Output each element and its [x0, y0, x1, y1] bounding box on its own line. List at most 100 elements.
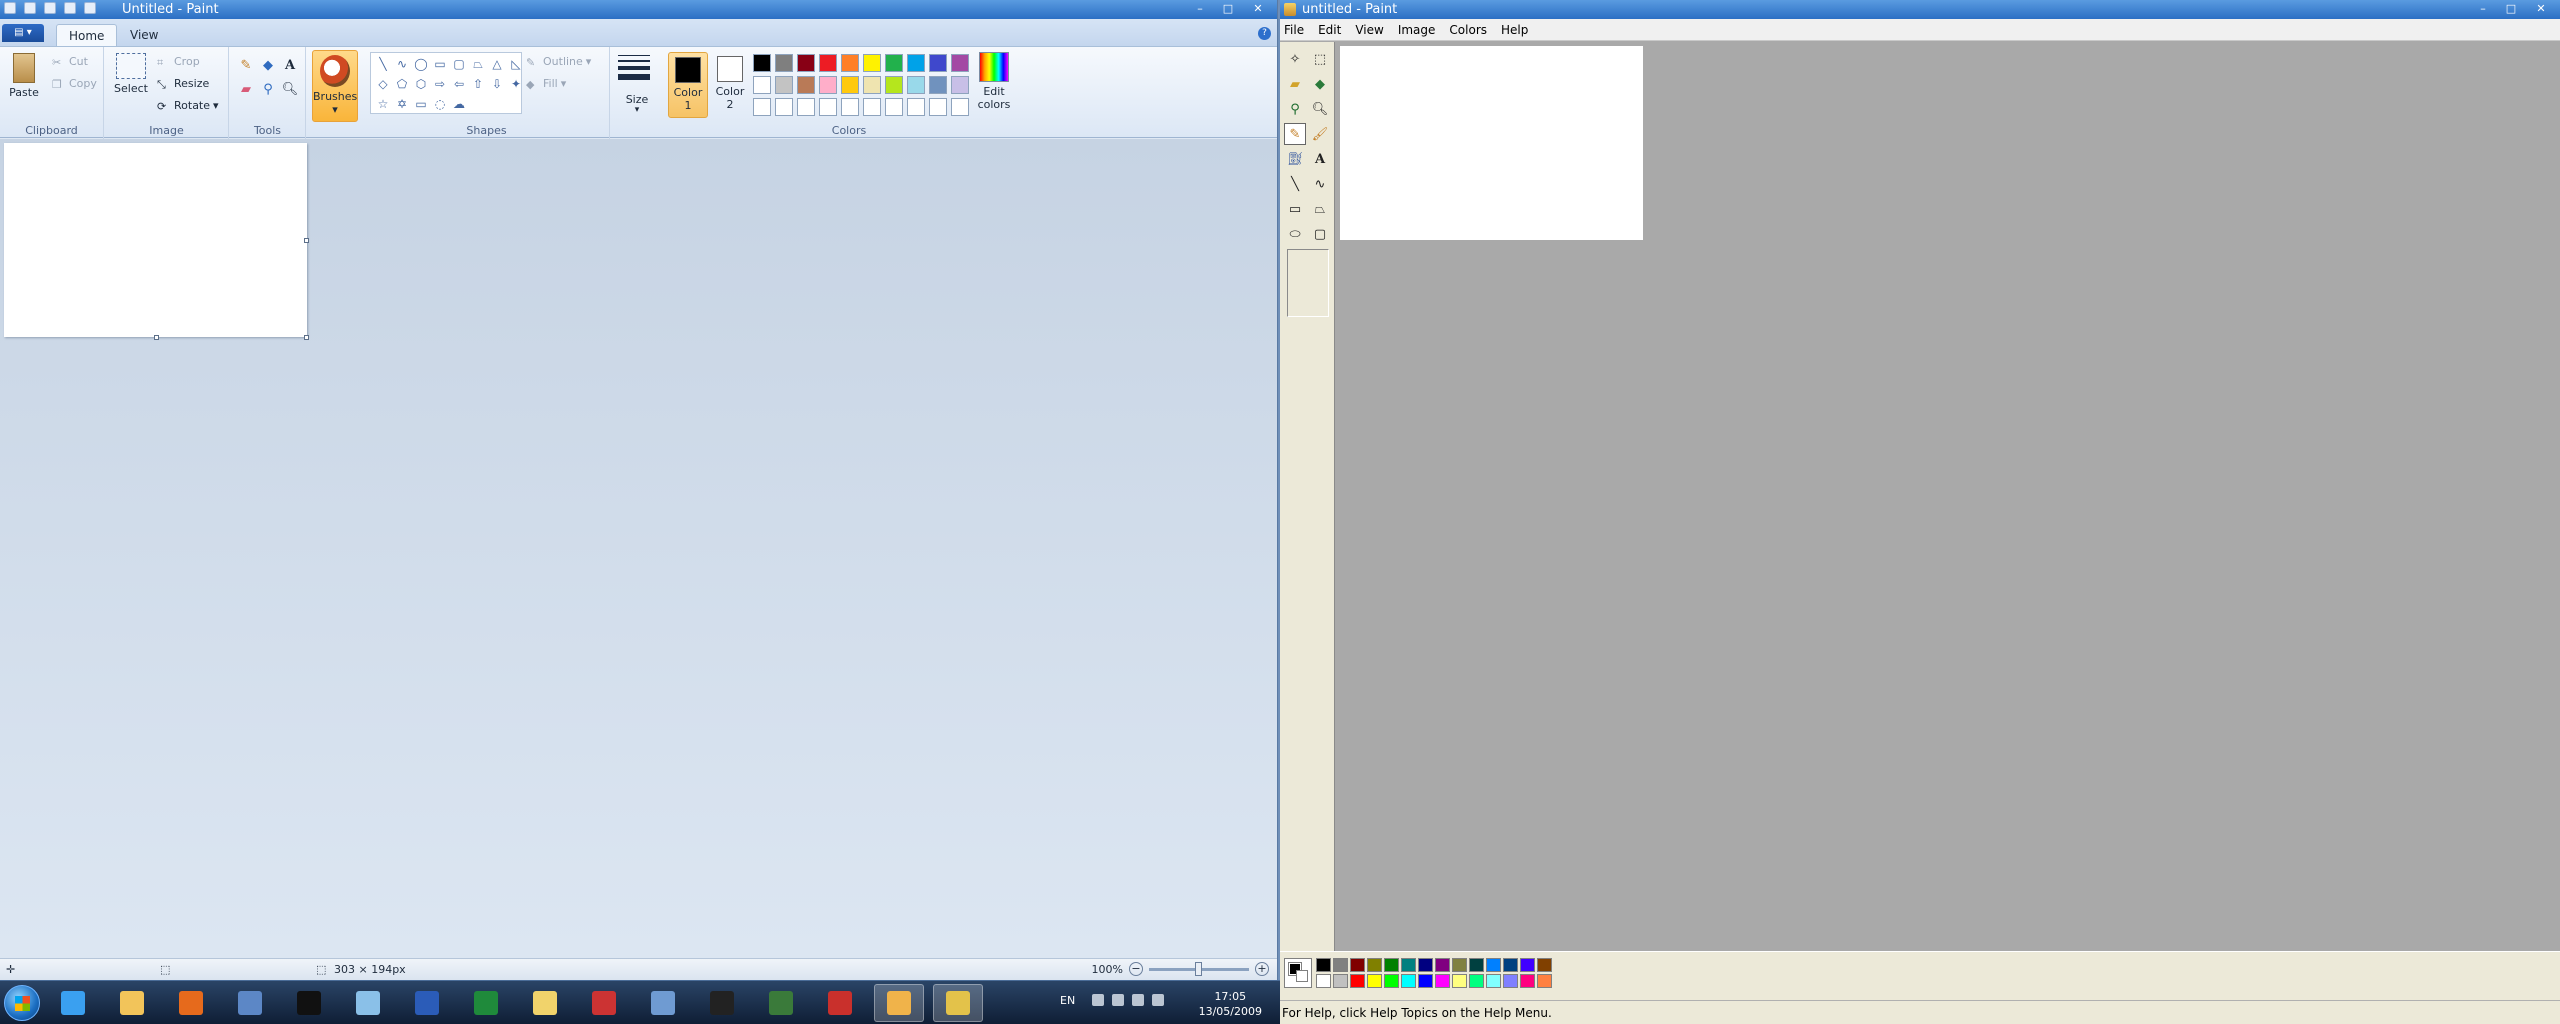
resize-button[interactable]: ⤡ Resize: [157, 77, 209, 91]
palette-swatch[interactable]: [1486, 958, 1501, 972]
palette-swatch[interactable]: [863, 76, 881, 94]
palette-swatch[interactable]: [863, 54, 881, 72]
palette-swatch[interactable]: [1452, 974, 1467, 988]
eraser-icon[interactable]: ▰: [236, 79, 256, 99]
minimize-button[interactable]: –: [1187, 1, 1213, 16]
oval-callout-shape-icon[interactable]: ◌: [431, 95, 449, 114]
polygon-shape-icon[interactable]: ⏢: [469, 55, 487, 74]
palette-swatch[interactable]: [1350, 974, 1365, 988]
palette-swatch[interactable]: [1452, 958, 1467, 972]
palette-swatch[interactable]: [1350, 958, 1365, 972]
palette-swatch[interactable]: [797, 98, 815, 116]
outline-button[interactable]: ✎ Outline ▾: [526, 55, 591, 69]
clock[interactable]: 17:05 13/05/2009: [1199, 989, 1262, 1019]
left-arrow-shape-icon[interactable]: ⇦: [450, 75, 468, 94]
palette-swatch[interactable]: [775, 76, 793, 94]
taskbar-app-button[interactable]: [520, 984, 570, 1022]
menu-file[interactable]: File: [1284, 23, 1304, 37]
palette-swatch[interactable]: [841, 76, 859, 94]
start-button[interactable]: [4, 985, 40, 1021]
palette-swatch[interactable]: [753, 98, 771, 116]
messenger-icon[interactable]: [1112, 994, 1124, 1006]
palette-swatch[interactable]: [929, 76, 947, 94]
tab-view[interactable]: View: [118, 24, 170, 46]
network-icon[interactable]: [1132, 994, 1144, 1006]
palette-swatch[interactable]: [1520, 958, 1535, 972]
magnifier-icon[interactable]: 🔍︎: [1309, 98, 1331, 120]
palette-swatch[interactable]: [1435, 958, 1450, 972]
customize-qat-icon[interactable]: [84, 2, 96, 14]
palette-swatch[interactable]: [1537, 974, 1552, 988]
save-icon[interactable]: [24, 2, 36, 14]
line-icon[interactable]: ╲: [1284, 173, 1306, 195]
palette-swatch[interactable]: [1401, 958, 1416, 972]
pencil-icon[interactable]: ✎: [1284, 123, 1306, 145]
pencil-icon[interactable]: ✎: [236, 55, 256, 75]
edit-colors-button[interactable]: Edit colors: [972, 52, 1016, 111]
palette-swatch[interactable]: [841, 98, 859, 116]
palette-swatch[interactable]: [1418, 974, 1433, 988]
palette-swatch[interactable]: [819, 76, 837, 94]
paste-button[interactable]: Paste: [4, 53, 44, 99]
select-button[interactable]: Select: [111, 53, 151, 95]
text-icon[interactable]: A: [1309, 148, 1331, 170]
close-button[interactable]: ✕: [2526, 1, 2556, 16]
size-button[interactable]: Size ▾: [612, 47, 662, 139]
maximize-button[interactable]: □: [1215, 1, 1241, 16]
zoom-out-button[interactable]: −: [1129, 962, 1143, 976]
rotate-button[interactable]: ⟳ Rotate ▾: [157, 99, 219, 113]
palette-swatch[interactable]: [1520, 974, 1535, 988]
paint-menu-button[interactable]: ▤ ▾: [2, 24, 44, 42]
resize-handle-bottom[interactable]: [154, 335, 159, 340]
palette-swatch[interactable]: [907, 98, 925, 116]
palette-swatch[interactable]: [863, 98, 881, 116]
minimize-button[interactable]: –: [2470, 1, 2496, 16]
eraser-icon[interactable]: ▰: [1284, 73, 1306, 95]
line-shape-icon[interactable]: ╲: [374, 55, 392, 74]
four-point-star-shape-icon[interactable]: ✦: [507, 75, 525, 94]
palette-swatch[interactable]: [907, 54, 925, 72]
volume-icon[interactable]: [1152, 994, 1164, 1006]
palette-swatch[interactable]: [1367, 958, 1382, 972]
five-point-star-shape-icon[interactable]: ☆: [374, 95, 392, 114]
airbrush-icon[interactable]: ⛽︎: [1284, 148, 1306, 170]
help-icon[interactable]: ?: [1258, 27, 1271, 40]
palette-swatch[interactable]: [1316, 958, 1331, 972]
taskbar-app-button[interactable]: [874, 984, 924, 1022]
palette-swatch[interactable]: [819, 54, 837, 72]
taskbar-app-button[interactable]: [638, 984, 688, 1022]
palette-swatch[interactable]: [1537, 958, 1552, 972]
magnifier-icon[interactable]: 🔍︎: [280, 79, 300, 99]
brushes-button[interactable]: Brushes ▾: [312, 50, 358, 122]
palette-swatch[interactable]: [1384, 958, 1399, 972]
palette-swatch[interactable]: [797, 76, 815, 94]
taskbar-app-button[interactable]: [284, 984, 334, 1022]
rectangle-shape-icon[interactable]: ▭: [431, 55, 449, 74]
title-bar[interactable]: Untitled - Paint – □ ✕: [0, 0, 1277, 19]
palette-swatch[interactable]: [1384, 974, 1399, 988]
palette-swatch[interactable]: [1503, 958, 1518, 972]
palette-swatch[interactable]: [819, 98, 837, 116]
six-point-star-shape-icon[interactable]: ✡: [393, 95, 411, 114]
color2-button[interactable]: Color 2: [710, 52, 750, 118]
menu-help[interactable]: Help: [1501, 23, 1528, 37]
rounded-callout-shape-icon[interactable]: ▭: [412, 95, 430, 114]
crop-button[interactable]: ⌗ Crop: [157, 55, 200, 69]
curve-shape-icon[interactable]: ∿: [393, 55, 411, 74]
color-picker-icon[interactable]: ⚲: [258, 79, 278, 99]
resize-handle-right[interactable]: [304, 238, 309, 243]
rectangle-icon[interactable]: ▭: [1284, 198, 1306, 220]
palette-swatch[interactable]: [1486, 974, 1501, 988]
pentagon-shape-icon[interactable]: ⬠: [393, 75, 411, 94]
taskbar-app-button[interactable]: [461, 984, 511, 1022]
oval-shape-icon[interactable]: ◯: [412, 55, 430, 74]
palette-swatch[interactable]: [1435, 974, 1450, 988]
palette-swatch[interactable]: [885, 54, 903, 72]
maximize-button[interactable]: □: [2498, 1, 2524, 16]
tab-home[interactable]: Home: [56, 24, 118, 46]
menu-edit[interactable]: Edit: [1318, 23, 1341, 37]
palette-swatch[interactable]: [885, 76, 903, 94]
palette-swatch[interactable]: [1469, 974, 1484, 988]
brush-icon[interactable]: 🖌︎: [1309, 123, 1331, 145]
fill-bucket-icon[interactable]: ◆: [258, 55, 278, 75]
